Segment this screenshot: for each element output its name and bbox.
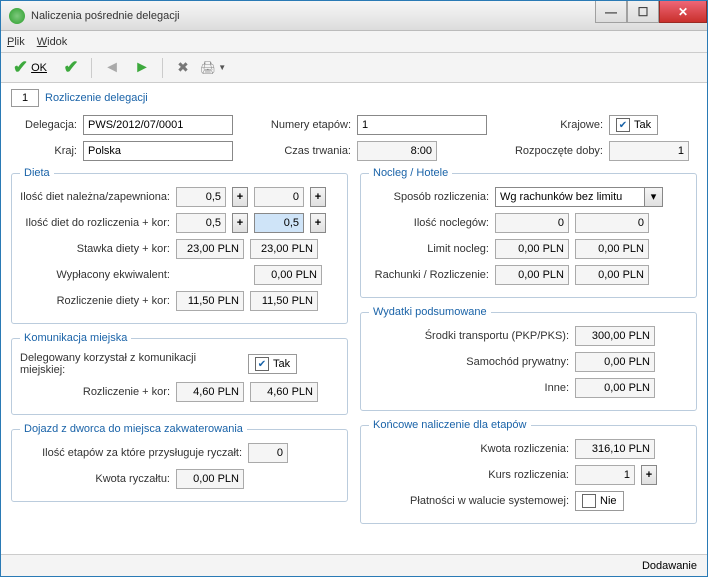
tools-button[interactable]: ✖ <box>171 56 195 80</box>
menu-view[interactable]: Widok <box>37 36 68 48</box>
kraj-input[interactable] <box>83 141 233 161</box>
index-box: 1 <box>11 89 39 107</box>
doby-label: Rozpoczęte doby: <box>443 145 603 157</box>
close-button[interactable]: ✕ <box>659 1 707 23</box>
tools-icon: ✖ <box>177 59 189 76</box>
numery-label: Numery etapów: <box>239 119 351 131</box>
doby-value: 1 <box>609 141 689 161</box>
dieta-legend: Dieta <box>20 167 54 179</box>
window-title: Naliczenia pośrednie delegacji <box>31 10 180 22</box>
ok-button[interactable]: ✔ OK <box>7 56 53 80</box>
czas-value: 8:00 <box>357 141 437 161</box>
status-mode: Dodawanie <box>642 560 697 572</box>
print-button[interactable]: 🖨▼ <box>201 56 225 80</box>
checkbox-icon: ✔ <box>616 118 630 132</box>
nav-forward-button[interactable]: ► <box>130 56 154 80</box>
delegacja-label: Delegacja: <box>11 119 77 131</box>
toolbar: ✔ OK ✔ ◄ ► ✖ 🖨▼ <box>1 53 707 83</box>
plus-button[interactable]: + <box>641 465 657 485</box>
km-checkbox[interactable]: ✔Tak <box>248 354 297 374</box>
arrow-left-icon: ◄ <box>104 59 120 77</box>
diet-kor-input[interactable] <box>254 213 304 233</box>
window: Naliczenia pośrednie delegacji — ☐ ✕ Pli… <box>0 0 708 577</box>
maximize-button[interactable]: ☐ <box>627 1 659 23</box>
plus-button[interactable]: + <box>232 213 248 233</box>
separator <box>162 58 163 78</box>
menu-file[interactable]: Plik <box>7 36 25 48</box>
km-group: Komunikacja miejska Delegowany korzystał… <box>11 332 348 415</box>
arrow-right-icon: ► <box>134 59 150 77</box>
separator <box>91 58 92 78</box>
numery-input[interactable] <box>357 115 487 135</box>
plus-button[interactable]: + <box>232 187 248 207</box>
sposob-select[interactable]: ▾ <box>495 187 663 207</box>
koncowe-group: Końcowe naliczenie dla etapów Kwota rozl… <box>360 419 697 524</box>
chevron-down-icon: ▼ <box>218 63 226 72</box>
dojazd-group: Dojazd z dworca do miejsca zakwaterowani… <box>11 423 348 502</box>
check-icon: ✔ <box>63 57 78 78</box>
plus-button[interactable]: + <box>310 187 326 207</box>
app-icon <box>9 8 25 24</box>
content: 1 Rozliczenie delegacji Delegacja: Numer… <box>1 83 707 536</box>
krajowe-checkbox[interactable]: ✔ Tak <box>609 115 658 135</box>
dieta-group: Dieta Ilość diet należna/zapewniona: 0,5… <box>11 167 348 324</box>
czas-label: Czas trwania: <box>239 145 351 157</box>
print-icon: 🖨 <box>200 60 217 76</box>
chevron-down-icon: ▾ <box>645 187 663 207</box>
titlebar: Naliczenia pośrednie delegacji — ☐ ✕ <box>1 1 707 31</box>
krajowe-label: Krajowe: <box>493 119 603 131</box>
minimize-button[interactable]: — <box>595 1 627 23</box>
wydatki-group: Wydatki podsumowane Środki transportu (P… <box>360 306 697 411</box>
statusbar: Dodawanie <box>1 554 707 576</box>
apply-button[interactable]: ✔ <box>59 56 83 80</box>
nav-back-button[interactable]: ◄ <box>100 56 124 80</box>
plus-button[interactable]: + <box>310 213 326 233</box>
nocleg-group: Nocleg / Hotele Sposób rozliczenia: ▾ Il… <box>360 167 697 298</box>
plat-checkbox[interactable]: Nie <box>575 491 624 511</box>
delegacja-input[interactable] <box>83 115 233 135</box>
section-title: Rozliczenie delegacji <box>45 92 148 104</box>
kraj-label: Kraj: <box>11 145 77 157</box>
check-icon: ✔ <box>13 57 28 78</box>
menubar: Plik Widok <box>1 31 707 53</box>
